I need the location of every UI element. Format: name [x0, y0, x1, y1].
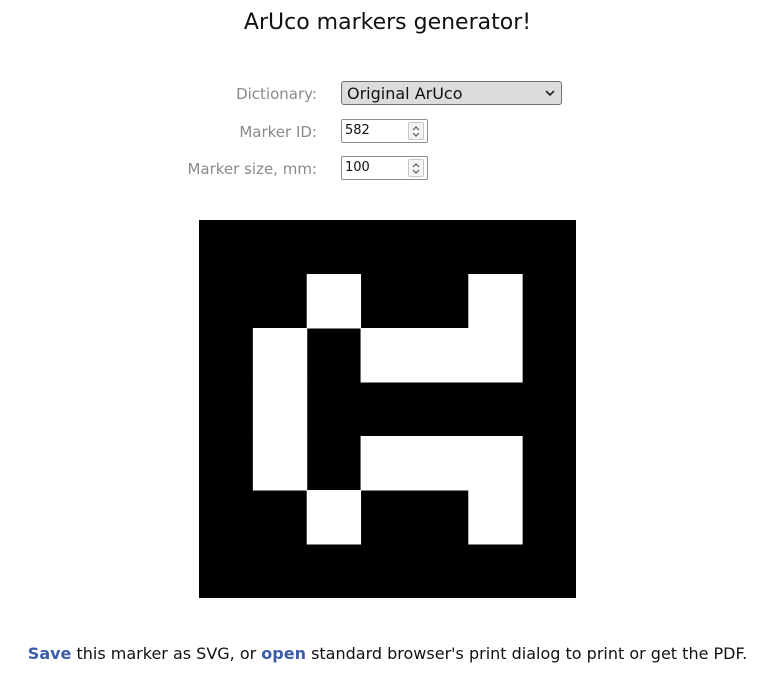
marker-cell	[252, 382, 308, 437]
marker-id-spinner[interactable]	[408, 122, 424, 140]
marker-cell	[306, 274, 362, 329]
marker-id-label: Marker ID:	[239, 123, 317, 141]
footer-text-part-1: this marker as SVG, or	[71, 644, 262, 663]
page-title: ArUco markers generator!	[243, 10, 532, 35]
dictionary-select-value: Original ArUco	[347, 84, 463, 103]
open-print-link[interactable]: open	[261, 644, 306, 663]
marker-cell	[360, 328, 415, 383]
marker-id-value: 582	[345, 123, 370, 138]
marker-id-row: Marker ID: 582	[0, 119, 779, 145]
marker-size-value: 100	[345, 160, 370, 175]
marker-size-spinner[interactable]	[408, 159, 424, 177]
marker-cell	[468, 436, 523, 491]
marker-cell	[252, 328, 308, 383]
spinner-down-icon[interactable]	[412, 132, 420, 138]
dictionary-row: Dictionary: Original ArUco	[0, 81, 779, 107]
dictionary-select[interactable]: Original ArUco	[341, 81, 562, 105]
marker-size-label: Marker size, mm:	[187, 160, 317, 178]
aruco-marker	[199, 220, 576, 598]
footer-text-part-2: standard browser's print dialog to print…	[305, 644, 748, 663]
marker-cell	[414, 328, 469, 383]
marker-cell	[252, 436, 308, 491]
chevron-down-icon	[545, 90, 555, 97]
marker-id-input[interactable]: 582	[341, 119, 428, 143]
marker-cell	[468, 490, 523, 545]
marker-cell	[360, 436, 415, 491]
save-svg-link[interactable]: Save	[28, 644, 72, 663]
marker-size-row: Marker size, mm: 100	[0, 156, 779, 182]
marker-cell	[414, 436, 469, 491]
spinner-up-icon[interactable]	[412, 162, 420, 168]
footer-text: Save this marker as SVG, or open standar…	[0, 644, 775, 663]
marker-cell	[306, 490, 362, 545]
marker-size-input[interactable]: 100	[341, 156, 428, 180]
marker-cell	[468, 274, 523, 329]
spinner-down-icon[interactable]	[412, 169, 420, 175]
spinner-up-icon[interactable]	[412, 125, 420, 131]
marker-cell	[468, 328, 523, 383]
dictionary-label: Dictionary:	[236, 85, 317, 103]
